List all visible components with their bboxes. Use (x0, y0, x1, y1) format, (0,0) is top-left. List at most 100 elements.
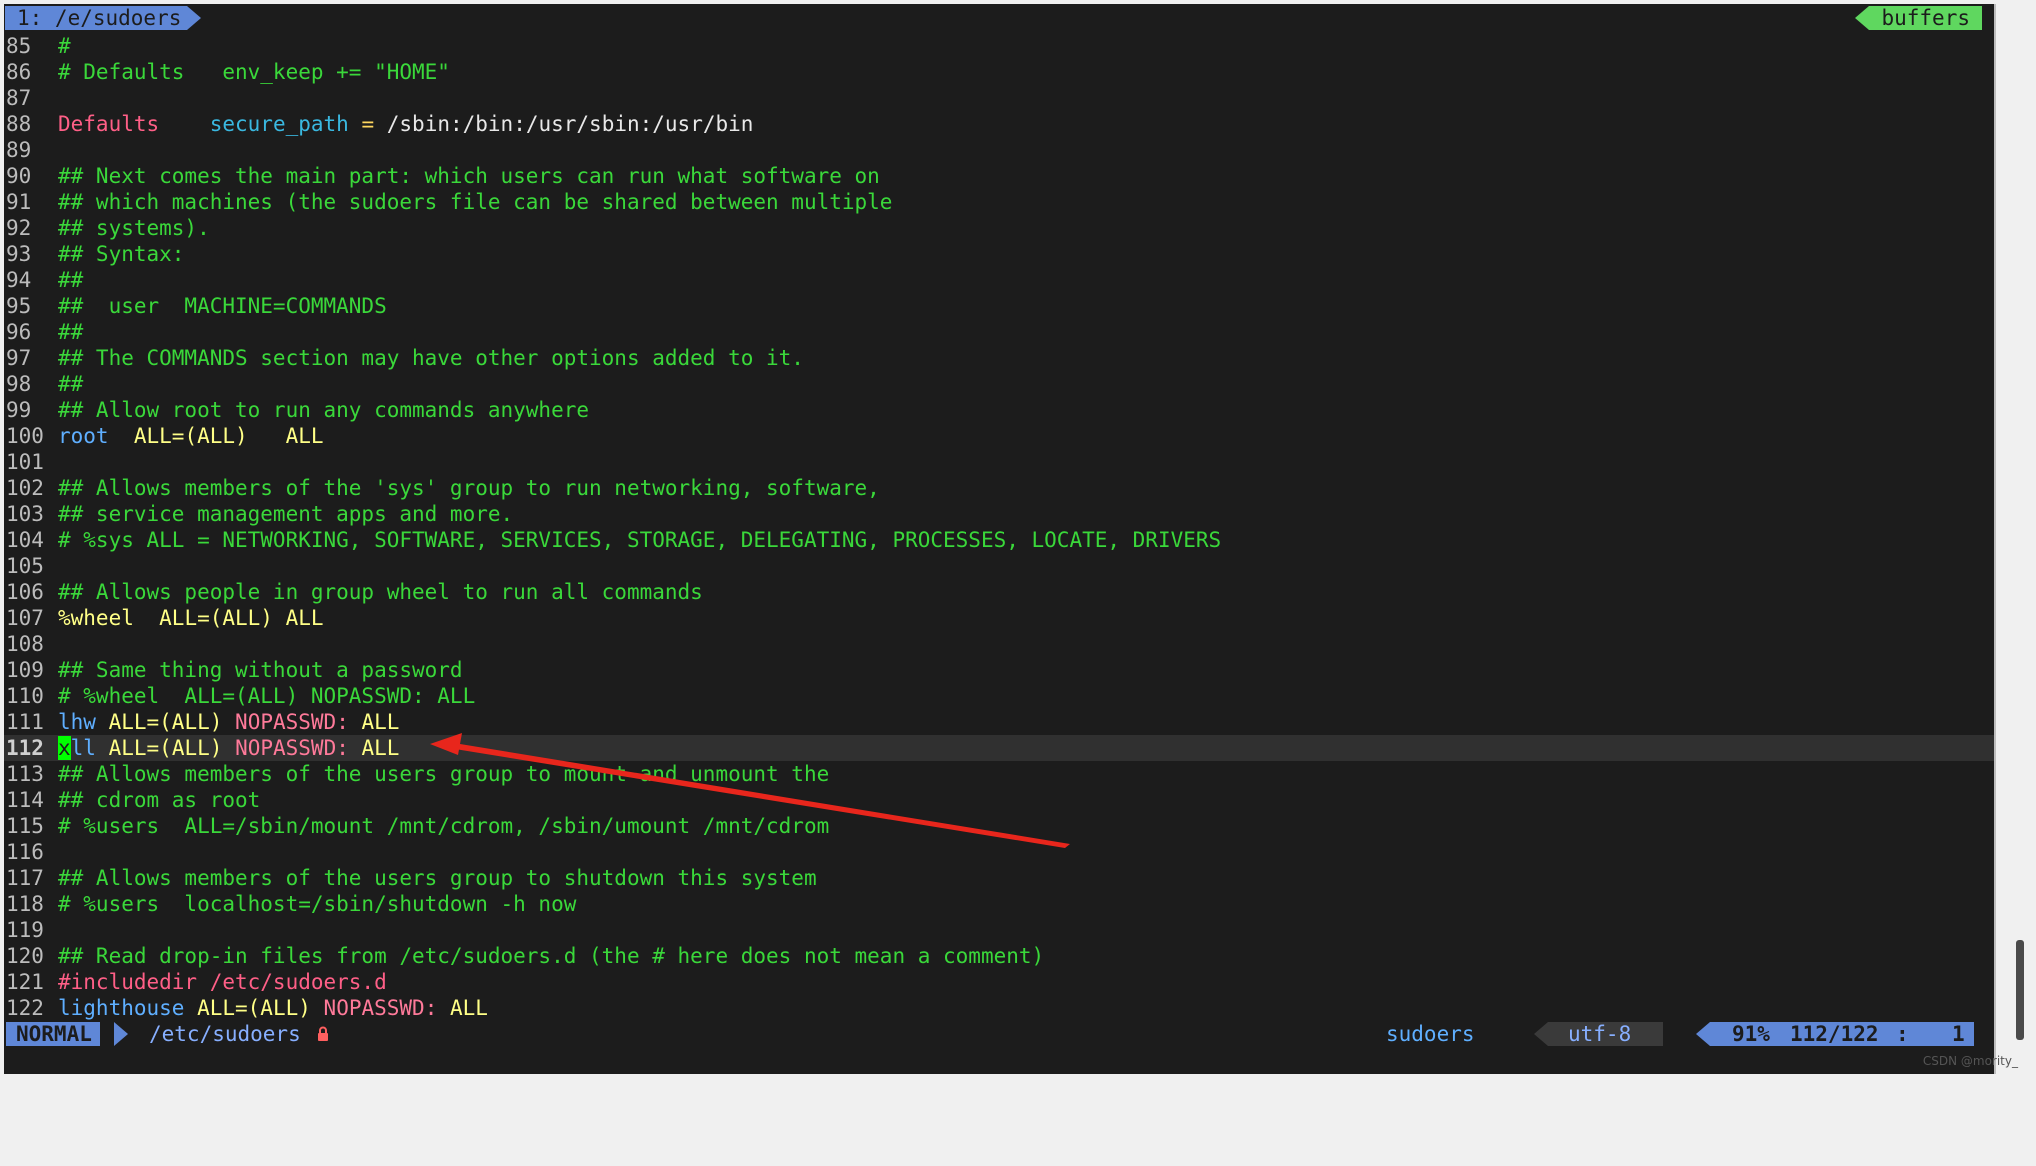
line-number: 121 (6, 970, 44, 994)
line-number: 109 (6, 658, 44, 682)
watermark: CSDN @mority_ (1922, 1054, 2018, 1068)
code-line[interactable]: 86 # Defaults env_keep += "HOME" (4, 59, 1994, 85)
code-line[interactable]: 89 (4, 137, 1994, 163)
terminal-window[interactable]: 1: /e/sudoers buffers 85 #86 # Defaults en… (4, 4, 1996, 1074)
code-token: /sbin:/bin:/usr/sbin:/usr/bin (374, 112, 754, 136)
line-code: root ALL=(ALL) ALL (58, 424, 324, 448)
line-number: 114 (6, 788, 44, 812)
tabline: 1: /e/sudoers buffers (4, 4, 1994, 30)
code-line[interactable]: 122 lighthouse ALL=(ALL) NOPASSWD: ALL (4, 995, 1994, 1021)
line-number: 101 (6, 450, 44, 474)
code-line[interactable]: 95 ## user MACHINE=COMMANDS (4, 293, 1994, 319)
code-token: # (58, 34, 71, 58)
buffers-label[interactable]: buffers (1869, 6, 1982, 30)
line-number: 90 (6, 164, 32, 188)
line-number: 118 (6, 892, 44, 916)
code-line[interactable]: 108 (4, 631, 1994, 657)
code-token: ## which machines (the sudoers file can … (58, 190, 893, 214)
line-number: 120 (6, 944, 44, 968)
line-number: 96 (6, 320, 32, 344)
code-line[interactable]: 113 ## Allows members of the users group … (4, 761, 1994, 787)
scrollbar-thumb[interactable] (2016, 940, 2024, 1040)
code-line[interactable]: 97 ## The COMMANDS section may have other… (4, 345, 1994, 371)
line-code: ## Allows people in group wheel to run a… (58, 580, 703, 604)
code-line[interactable]: 121 #includedir /etc/sudoers.d (4, 969, 1994, 995)
code-line[interactable]: 100 root ALL=(ALL) ALL (4, 423, 1994, 449)
code-line[interactable]: 107 %wheel ALL=(ALL) ALL (4, 605, 1994, 631)
code-token: lhw (58, 710, 96, 734)
line-number: 99 (6, 398, 32, 422)
code-token: ## systems). (58, 216, 210, 240)
code-line[interactable]: 90 ## Next comes the main part: which use… (4, 163, 1994, 189)
code-token: ## user MACHINE=COMMANDS (58, 294, 387, 318)
code-line[interactable]: 88 Defaults secure_path = /sbin:/bin:/usr… (4, 111, 1994, 137)
code-token: ALL (437, 996, 488, 1020)
line-code: ## Syntax: (58, 242, 184, 266)
code-token: ## (58, 268, 84, 292)
code-line[interactable]: 102 ## Allows members of the 'sys' group … (4, 475, 1994, 501)
code-token: # Defaults env_keep += "HOME" (58, 60, 450, 84)
line-code: ## Allows members of the users group to … (58, 762, 829, 786)
statusline-separator: : (1896, 1022, 1909, 1046)
code-line[interactable]: 99 ## Allow root to run any commands anyw… (4, 397, 1994, 423)
line-number: 108 (6, 632, 44, 656)
line-code: ## cdrom as root (58, 788, 260, 812)
line-code: lhw ALL=(ALL) NOPASSWD: ALL (58, 710, 399, 734)
code-token: = (361, 112, 375, 136)
code-line[interactable]: 94 ## (4, 267, 1994, 293)
code-line[interactable]: 91 ## which machines (the sudoers file ca… (4, 189, 1994, 215)
code-line[interactable]: 117 ## Allows members of the users group … (4, 865, 1994, 891)
code-line[interactable]: 101 (4, 449, 1994, 475)
code-token: ## Allows members of the users group to … (58, 866, 817, 890)
code-line[interactable]: 85 # (4, 33, 1994, 59)
line-code: ## Allow root to run any commands anywhe… (58, 398, 589, 422)
line-code: # %wheel ALL=(ALL) NOPASSWD: ALL (58, 684, 475, 708)
code-token: # %sys ALL = NETWORKING, SOFTWARE, SERVI… (58, 528, 1222, 552)
code-line[interactable]: 93 ## Syntax: (4, 241, 1994, 267)
line-number: 111 (6, 710, 44, 734)
statusline-filetype: sudoers (1386, 1022, 1475, 1046)
statusline-column: 1 (1952, 1022, 1965, 1046)
code-line[interactable]: 115 # %users ALL=/sbin/mount /mnt/cdrom, … (4, 813, 1994, 839)
tab-sudoers[interactable]: 1: /e/sudoers (5, 6, 188, 30)
buffers-arrow-separator (1855, 6, 1869, 30)
mode-indicator: NORMAL (6, 1022, 100, 1046)
code-token: NOPASSWD: (235, 736, 349, 760)
line-number: 106 (6, 580, 44, 604)
code-token: ## Next comes the main part: which users… (58, 164, 880, 188)
code-line[interactable]: 110 # %wheel ALL=(ALL) NOPASSWD: ALL (4, 683, 1994, 709)
tab-arrow-separator (187, 6, 201, 30)
code-line[interactable]: 103 ## service management apps and more. (4, 501, 1994, 527)
code-line[interactable]: 119 (4, 917, 1994, 943)
line-number: 95 (6, 294, 32, 318)
line-code: # %users localhost=/sbin/shutdown -h now (58, 892, 576, 916)
code-line[interactable]: 106 ## Allows people in group wheel to ru… (4, 579, 1994, 605)
code-line[interactable]: 87 (4, 85, 1994, 111)
code-line[interactable]: 96 ## (4, 319, 1994, 345)
code-line[interactable]: 118 # %users localhost=/sbin/shutdown -h … (4, 891, 1994, 917)
scrollbar[interactable] (2000, 0, 2036, 1076)
code-line[interactable]: 92 ## systems). (4, 215, 1994, 241)
code-line[interactable]: 104 # %sys ALL = NETWORKING, SOFTWARE, SE… (4, 527, 1994, 553)
statusline-percent: 91% (1732, 1022, 1770, 1046)
code-line[interactable]: 98 ## (4, 371, 1994, 397)
code-line[interactable]: 120 ## Read drop-in files from /etc/sudoe… (4, 943, 1994, 969)
editor-buffer[interactable]: 85 #86 # Defaults env_keep += "HOME" 87 88 De… (4, 33, 1994, 1021)
line-number: 92 (6, 216, 32, 240)
code-line[interactable]: 109 ## Same thing without a password (4, 657, 1994, 683)
code-line[interactable]: 105 (4, 553, 1994, 579)
code-line[interactable]: 116 (4, 839, 1994, 865)
line-number: 110 (6, 684, 44, 708)
code-token: ALL=(ALL) ALL (159, 606, 324, 630)
code-token: NOPASSWD: (323, 996, 438, 1020)
code-line[interactable]: 111 lhw ALL=(ALL) NOPASSWD: ALL (4, 709, 1994, 735)
current-line[interactable]: 112 xll ALL=(ALL) NOPASSWD: ALL (4, 735, 1994, 761)
position-arrow-separator (1696, 1022, 1710, 1046)
code-line[interactable]: 114 ## cdrom as root (4, 787, 1994, 813)
line-number: 93 (6, 242, 32, 266)
line-number: 100 (6, 424, 44, 448)
